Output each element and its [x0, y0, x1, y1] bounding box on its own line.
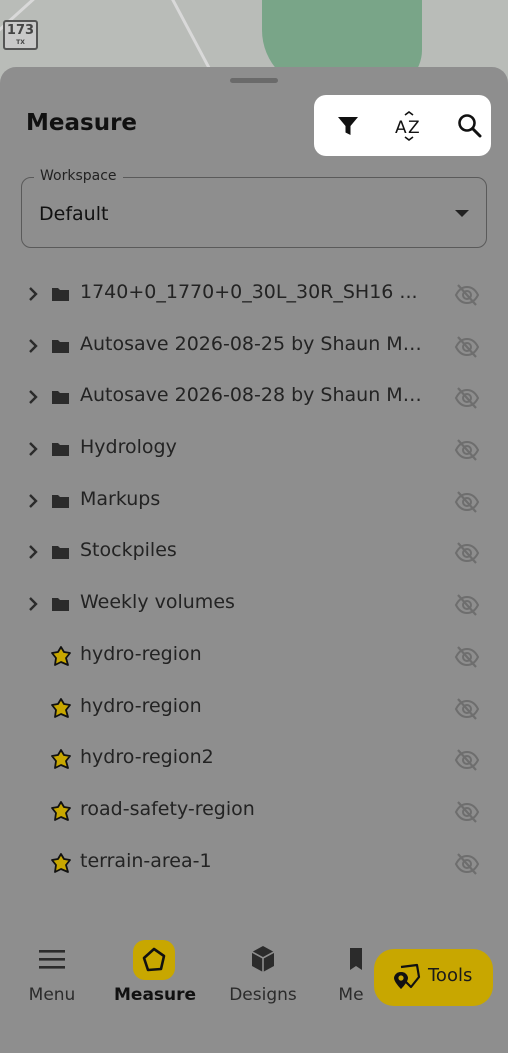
folder-icon [52, 288, 69, 301]
folder-row[interactable]: Weekly volumes [0, 579, 508, 631]
chevron-right-icon[interactable] [26, 542, 40, 562]
region-row[interactable]: terrain-area-1 [0, 838, 508, 890]
media-icon [350, 948, 362, 970]
cube-icon [251, 946, 275, 972]
region-polygon-icon [51, 645, 71, 666]
eye-off-icon[interactable] [454, 592, 480, 618]
chevron-right-icon[interactable] [26, 336, 40, 356]
filter-icon [338, 117, 358, 135]
eye-off-icon[interactable] [454, 851, 480, 877]
workspace-value: Default [39, 203, 109, 225]
route-shield-state: TX [16, 39, 25, 46]
region-row[interactable]: hydro-region2 [0, 734, 508, 786]
eye-off-icon[interactable] [454, 282, 480, 308]
svg-text:A: A [395, 118, 407, 138]
folder-icon [52, 391, 69, 405]
map-road [169, 0, 214, 76]
chevron-right-icon[interactable] [26, 439, 40, 459]
region-polygon-icon [51, 697, 71, 718]
eye-off-icon[interactable] [454, 489, 480, 515]
folder-row[interactable]: Stockpiles [0, 527, 508, 579]
item-label: hydro-region [80, 694, 202, 717]
item-label: Autosave 2026-08-28 by Shaun Ma... [80, 384, 432, 407]
eye-off-icon[interactable] [454, 385, 480, 411]
nav-item-measure[interactable]: Measure [114, 940, 197, 1005]
item-label: Stockpiles [80, 539, 177, 562]
measurement-list: 1740+0_1770+0_30L_30R_SH16 ... Autosave 2… [0, 269, 508, 889]
caret-down-icon [455, 210, 469, 217]
svg-text:Z: Z [408, 118, 420, 138]
chevron-right-icon[interactable] [26, 594, 40, 614]
region-polygon-icon [51, 852, 71, 873]
nav-label-media: Me [338, 985, 364, 1005]
sort-az-icon: A Z [395, 111, 420, 141]
item-label: Hydrology [80, 436, 177, 459]
item-label: 1740+0_1770+0_30L_30R_SH16 ... [80, 281, 418, 303]
folder-row[interactable]: Autosave 2026-08-25 by Shaun Ma... [0, 321, 508, 373]
measure-bottom-sheet: Measure A Z Workspace Default 1740+0_177… [0, 67, 508, 1053]
eye-off-icon[interactable] [454, 437, 480, 463]
region-row[interactable]: road-safety-region [0, 786, 508, 838]
hamburger-menu-icon [39, 950, 65, 969]
folder-row[interactable]: Markups [0, 476, 508, 528]
tools-label: Tools [428, 965, 473, 986]
folder-row[interactable]: Hydrology [0, 424, 508, 476]
folder-icon [52, 443, 69, 457]
region-row[interactable]: hydro-region [0, 631, 508, 683]
folder-row[interactable]: Autosave 2026-08-28 by Shaun Ma... [0, 372, 508, 424]
polygon-measure-icon [142, 947, 166, 972]
eye-off-icon[interactable] [454, 540, 480, 566]
folder-icon [52, 546, 69, 560]
folder-icon [52, 598, 69, 612]
panel-title: Measure [26, 110, 138, 136]
folder-icon [52, 339, 69, 353]
filter-button[interactable] [331, 109, 365, 143]
region-row[interactable]: hydro-region [0, 683, 508, 735]
nav-item-designs[interactable]: Designs [228, 940, 298, 1005]
item-label: terrain-area-1 [80, 849, 212, 872]
eye-off-icon[interactable] [454, 747, 480, 773]
search-icon [458, 114, 482, 138]
eye-off-icon[interactable] [454, 644, 480, 670]
route-shield-number: 173 [6, 23, 35, 38]
tools-button[interactable]: Tools [374, 949, 493, 1006]
item-label: hydro-region [80, 642, 202, 665]
eye-off-icon[interactable] [454, 334, 480, 360]
nav-label-measure: Measure [114, 985, 197, 1005]
list-toolbar: A Z [314, 95, 491, 156]
map-pin-tools-icon [394, 963, 421, 989]
chevron-right-icon[interactable] [26, 491, 40, 511]
search-button[interactable] [453, 109, 487, 143]
item-label: road-safety-region [80, 797, 255, 820]
nav-item-menu[interactable]: Menu [26, 940, 78, 1005]
chevron-right-icon[interactable] [26, 387, 40, 407]
folder-row[interactable]: 1740+0_1770+0_30L_30R_SH16 ... [0, 269, 508, 321]
item-label: hydro-region2 [80, 746, 214, 769]
region-polygon-icon [51, 749, 71, 770]
eye-off-icon[interactable] [454, 696, 480, 722]
sort-az-button[interactable]: A Z [392, 109, 426, 143]
nav-item-media[interactable]: Me [334, 940, 368, 1005]
nav-label-menu: Menu [28, 985, 76, 1005]
route-shield: 173 TX [3, 20, 38, 50]
item-label: Weekly volumes [80, 591, 235, 614]
region-polygon-icon [51, 800, 71, 821]
item-label: Autosave 2026-08-25 by Shaun Ma... [80, 332, 432, 355]
drag-handle[interactable] [230, 78, 278, 83]
nav-label-designs: Designs [229, 985, 297, 1005]
folder-icon [52, 494, 69, 508]
item-label: Markups [80, 487, 161, 510]
workspace-label: Workspace [34, 168, 123, 184]
chevron-right-icon[interactable] [26, 284, 40, 304]
eye-off-icon[interactable] [454, 799, 480, 825]
workspace-select[interactable]: Workspace Default [21, 168, 487, 248]
